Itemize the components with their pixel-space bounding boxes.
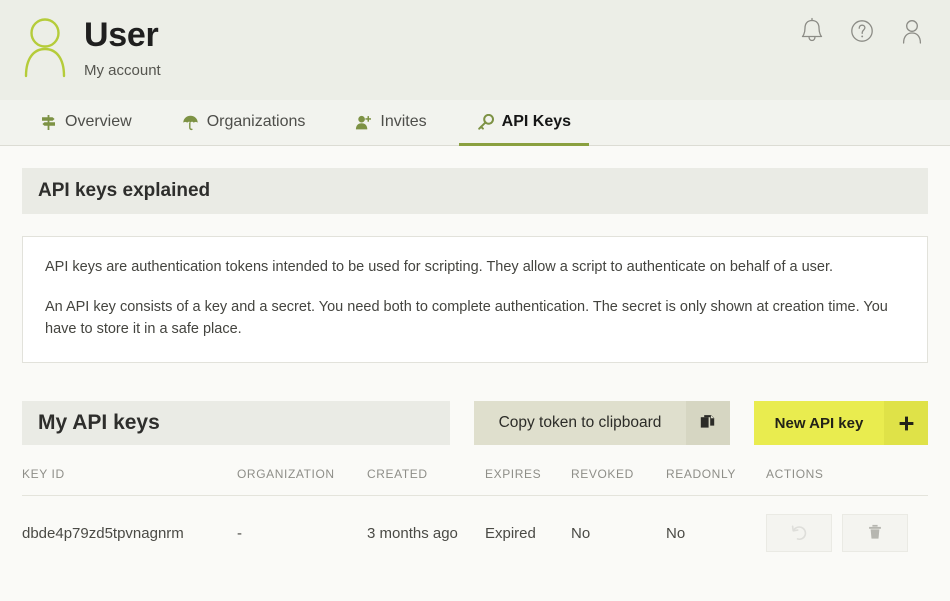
page-subtitle: My account xyxy=(84,62,161,79)
identity-text: User My account xyxy=(84,14,161,79)
signpost-icon xyxy=(40,114,57,131)
column-header-actions: ACTIONS xyxy=(766,467,928,496)
my-api-keys-header-row: My API keys Copy token to clipboard New … xyxy=(22,401,928,445)
column-header-organization: ORGANIZATION xyxy=(237,467,367,496)
cell-organization: - xyxy=(237,496,367,571)
new-api-key-label: New API key xyxy=(754,401,884,445)
api-keys-explanation-card: API keys are authentication tokens inten… xyxy=(22,236,928,363)
tab-bar: Overview Organizations Invites xyxy=(0,100,950,146)
cell-created: 3 months ago xyxy=(367,496,485,571)
api-keys-table: KEY ID ORGANIZATION CREATED EXPIRES REVO… xyxy=(22,467,928,570)
tab-label: Organizations xyxy=(207,113,306,131)
cell-key-id: dbde4p79zd5tpvnagnrm xyxy=(22,496,237,571)
column-header-readonly: READONLY xyxy=(666,467,766,496)
page-title: User xyxy=(84,18,161,54)
plus-icon xyxy=(884,401,928,445)
tab-api-keys[interactable]: API Keys xyxy=(459,101,589,146)
copy-token-label: Copy token to clipboard xyxy=(474,401,686,445)
user-outline-icon xyxy=(22,16,68,78)
row-actions xyxy=(766,514,928,552)
identity-block: User My account xyxy=(22,14,161,79)
table-header-row: KEY ID ORGANIZATION CREATED EXPIRES REVO… xyxy=(22,467,928,496)
revoke-key-button[interactable] xyxy=(766,514,832,552)
header-actions xyxy=(798,16,926,46)
tab-overview[interactable]: Overview xyxy=(22,101,150,146)
main-content: API keys explained API keys are authenti… xyxy=(0,146,950,570)
api-keys-explained-banner: API keys explained xyxy=(22,168,928,214)
undo-icon xyxy=(790,523,808,544)
tab-invites[interactable]: Invites xyxy=(337,101,444,146)
tab-organizations[interactable]: Organizations xyxy=(164,101,324,146)
explanation-paragraph-1: API keys are authentication tokens inten… xyxy=(45,257,905,279)
bell-icon[interactable] xyxy=(798,16,826,46)
person-icon[interactable] xyxy=(898,16,926,46)
new-api-key-button[interactable]: New API key xyxy=(754,401,928,445)
explanation-paragraph-2: An API key consists of a key and a secre… xyxy=(45,297,905,341)
delete-key-button[interactable] xyxy=(842,514,908,552)
cell-expires: Expired xyxy=(485,496,571,571)
cell-readonly: No xyxy=(666,496,766,571)
my-api-keys-banner: My API keys xyxy=(22,401,450,445)
tab-label: Overview xyxy=(65,113,132,131)
column-header-created: CREATED xyxy=(367,467,485,496)
tab-label: Invites xyxy=(380,113,426,131)
tab-label: API Keys xyxy=(502,113,571,131)
cell-actions xyxy=(766,496,928,571)
cell-revoked: No xyxy=(571,496,666,571)
umbrella-icon xyxy=(182,114,199,131)
column-header-revoked: REVOKED xyxy=(571,467,666,496)
column-header-key-id: KEY ID xyxy=(22,467,237,496)
copy-token-to-clipboard-button[interactable]: Copy token to clipboard xyxy=(474,401,730,445)
trash-icon xyxy=(866,523,884,544)
table-row: dbde4p79zd5tpvnagnrm - 3 months ago Expi… xyxy=(22,496,928,571)
question-circle-icon[interactable] xyxy=(848,16,876,46)
person-plus-icon xyxy=(355,114,372,131)
key-icon xyxy=(477,114,494,131)
page-header: User My account xyxy=(0,0,950,100)
column-header-expires: EXPIRES xyxy=(485,467,571,496)
copy-icon xyxy=(686,401,730,445)
